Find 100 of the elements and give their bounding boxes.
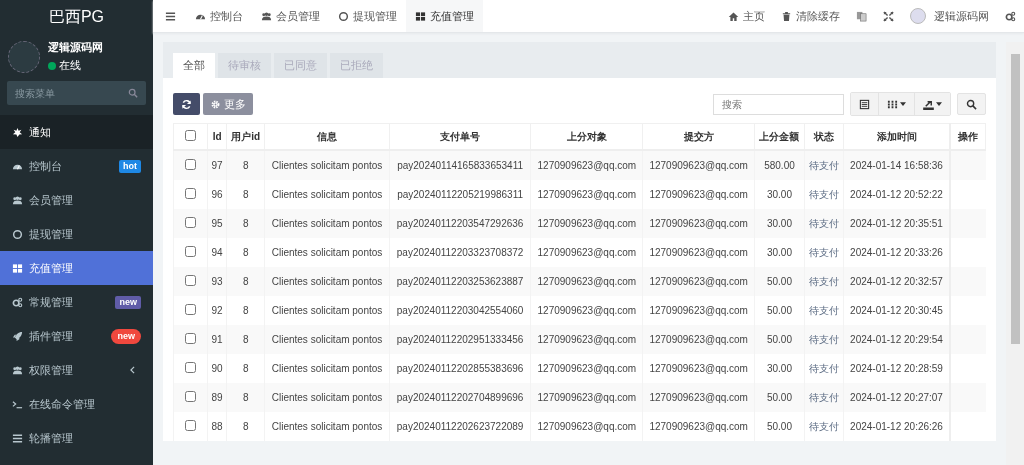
- table-cell: 2024-01-12 20:35:51: [843, 209, 950, 238]
- caret-icon: [900, 102, 906, 106]
- table-cell: 1270909623@qq.com: [642, 325, 755, 354]
- table-cell: 580.00: [754, 150, 805, 180]
- caret-icon: [936, 102, 942, 106]
- table-cell: 1270909623@qq.com: [642, 383, 755, 412]
- table-cell: 待支付: [804, 209, 844, 238]
- badge: new: [115, 295, 141, 309]
- list-icon: [12, 432, 23, 444]
- nav-link[interactable]: 清除缓存: [773, 0, 848, 32]
- fullscreen-icon: [883, 10, 894, 22]
- table-cell: 97: [207, 150, 227, 180]
- badge: new: [111, 328, 141, 344]
- table-cell: 2024-01-14 16:58:36: [843, 150, 950, 180]
- table-cell: 待支付: [804, 150, 844, 180]
- asterisk-icon: [12, 126, 23, 138]
- search-icon: [966, 98, 977, 110]
- menu-item[interactable]: 在线命令管理: [0, 387, 153, 421]
- nav-link[interactable]: 主页: [720, 0, 773, 32]
- menu-item[interactable]: 提现管理: [0, 217, 153, 251]
- row-checkbox[interactable]: [185, 188, 196, 199]
- filter-tab[interactable]: 全部: [173, 53, 215, 78]
- menu-item[interactable]: 权限管理: [0, 353, 153, 387]
- table-cell: pay20240112202704899696: [389, 383, 531, 412]
- table-cell: 1270909623@qq.com: [530, 209, 643, 238]
- terminal-icon: [12, 398, 23, 410]
- trash-icon: [781, 10, 792, 22]
- table-cell: 1270909623@qq.com: [530, 267, 643, 296]
- chevron-left-icon: [130, 366, 135, 374]
- search-button[interactable]: [957, 93, 986, 115]
- refresh-button[interactable]: [173, 93, 200, 115]
- table-cell: 50.00: [754, 412, 805, 441]
- table-cell: 8: [226, 412, 265, 441]
- table-cell: Clientes solicitam pontos: [264, 383, 390, 412]
- users-icon: [12, 364, 23, 376]
- table-cell: pay20240114165833653411: [389, 150, 531, 180]
- table-cell: 88: [207, 412, 227, 441]
- table-cell: 95: [207, 209, 227, 238]
- menu-search-field[interactable]: 搜索菜单: [7, 81, 146, 105]
- rocket-icon: [12, 330, 23, 342]
- menu-item[interactable]: 控制台 hot: [0, 149, 153, 183]
- table-cell: 89: [207, 383, 227, 412]
- users-icon: [261, 10, 272, 22]
- table-cell: 待支付: [804, 325, 844, 354]
- card-view-button[interactable]: [851, 93, 879, 115]
- table-cell: Clientes solicitam pontos: [264, 267, 390, 296]
- table-cell: 1270909623@qq.com: [642, 150, 755, 180]
- table-cell: 2024-01-12 20:29:54: [843, 325, 950, 354]
- users-icon: [12, 194, 23, 206]
- circle-icon: [338, 10, 349, 22]
- table-cell: pay20240112203253623887: [389, 267, 531, 296]
- table-cell: 50.00: [754, 267, 805, 296]
- table-cell: 2024-01-12 20:26:26: [843, 412, 950, 441]
- table-cell: 91: [207, 325, 227, 354]
- table-cell: 待支付: [804, 383, 844, 412]
- select-all-checkbox[interactable]: [185, 130, 196, 141]
- menu-item[interactable]: 插件管理 new: [0, 319, 153, 353]
- menu-item[interactable]: 轮播管理: [0, 421, 153, 455]
- table-cell: pay20240112203547292636: [389, 209, 531, 238]
- table-cell: pay20240112202623722089: [389, 412, 531, 441]
- table-cell: 待支付: [804, 412, 844, 441]
- export-button[interactable]: [915, 93, 950, 115]
- home-icon: [728, 10, 739, 22]
- row-checkbox[interactable]: [185, 391, 196, 402]
- table-cell: Clientes solicitam pontos: [264, 150, 390, 180]
- search-input[interactable]: 搜索: [713, 93, 844, 115]
- row-checkbox[interactable]: [185, 246, 196, 257]
- search-icon: [128, 88, 138, 98]
- table-cell: 8: [226, 325, 265, 354]
- user-menu[interactable]: 逻辑源码网: [902, 0, 997, 32]
- translate-icon: [856, 10, 867, 22]
- row-checkbox[interactable]: [185, 420, 196, 431]
- nav-tab[interactable]: 充值管理: [406, 0, 483, 32]
- table-cell: pay20240112202951333456: [389, 325, 531, 354]
- nav-tab[interactable]: 会员管理: [252, 0, 329, 32]
- row-checkbox[interactable]: [185, 217, 196, 228]
- nav-tab[interactable]: 控制台: [186, 0, 252, 32]
- row-checkbox[interactable]: [185, 333, 196, 344]
- row-checkbox[interactable]: [185, 362, 196, 373]
- refresh-icon: [181, 98, 192, 110]
- menu-item[interactable]: 通知: [0, 115, 153, 149]
- table-cell: 1270909623@qq.com: [642, 267, 755, 296]
- menu-item[interactable]: 会员管理: [0, 183, 153, 217]
- table-cell: 8: [226, 267, 265, 296]
- scrollbar[interactable]: [1006, 42, 1024, 465]
- table-cell: 待支付: [804, 267, 844, 296]
- table-cell: 8: [226, 150, 265, 180]
- card-view-icon: [859, 98, 870, 110]
- cogs-icon: [1005, 10, 1016, 22]
- menu-item[interactable]: 充值管理: [0, 251, 153, 285]
- row-checkbox[interactable]: [185, 304, 196, 315]
- row-checkbox[interactable]: [185, 275, 196, 286]
- menu-item[interactable]: 常规管理 new: [0, 285, 153, 319]
- columns-button[interactable]: [879, 93, 915, 115]
- table-cell: 1270909623@qq.com: [642, 209, 755, 238]
- table-cell: 1270909623@qq.com: [530, 383, 643, 412]
- nav-tab[interactable]: 提现管理: [329, 0, 406, 32]
- table-cell: 1270909623@qq.com: [530, 412, 643, 441]
- table-cell: 50.00: [754, 383, 805, 412]
- row-checkbox[interactable]: [185, 159, 196, 170]
